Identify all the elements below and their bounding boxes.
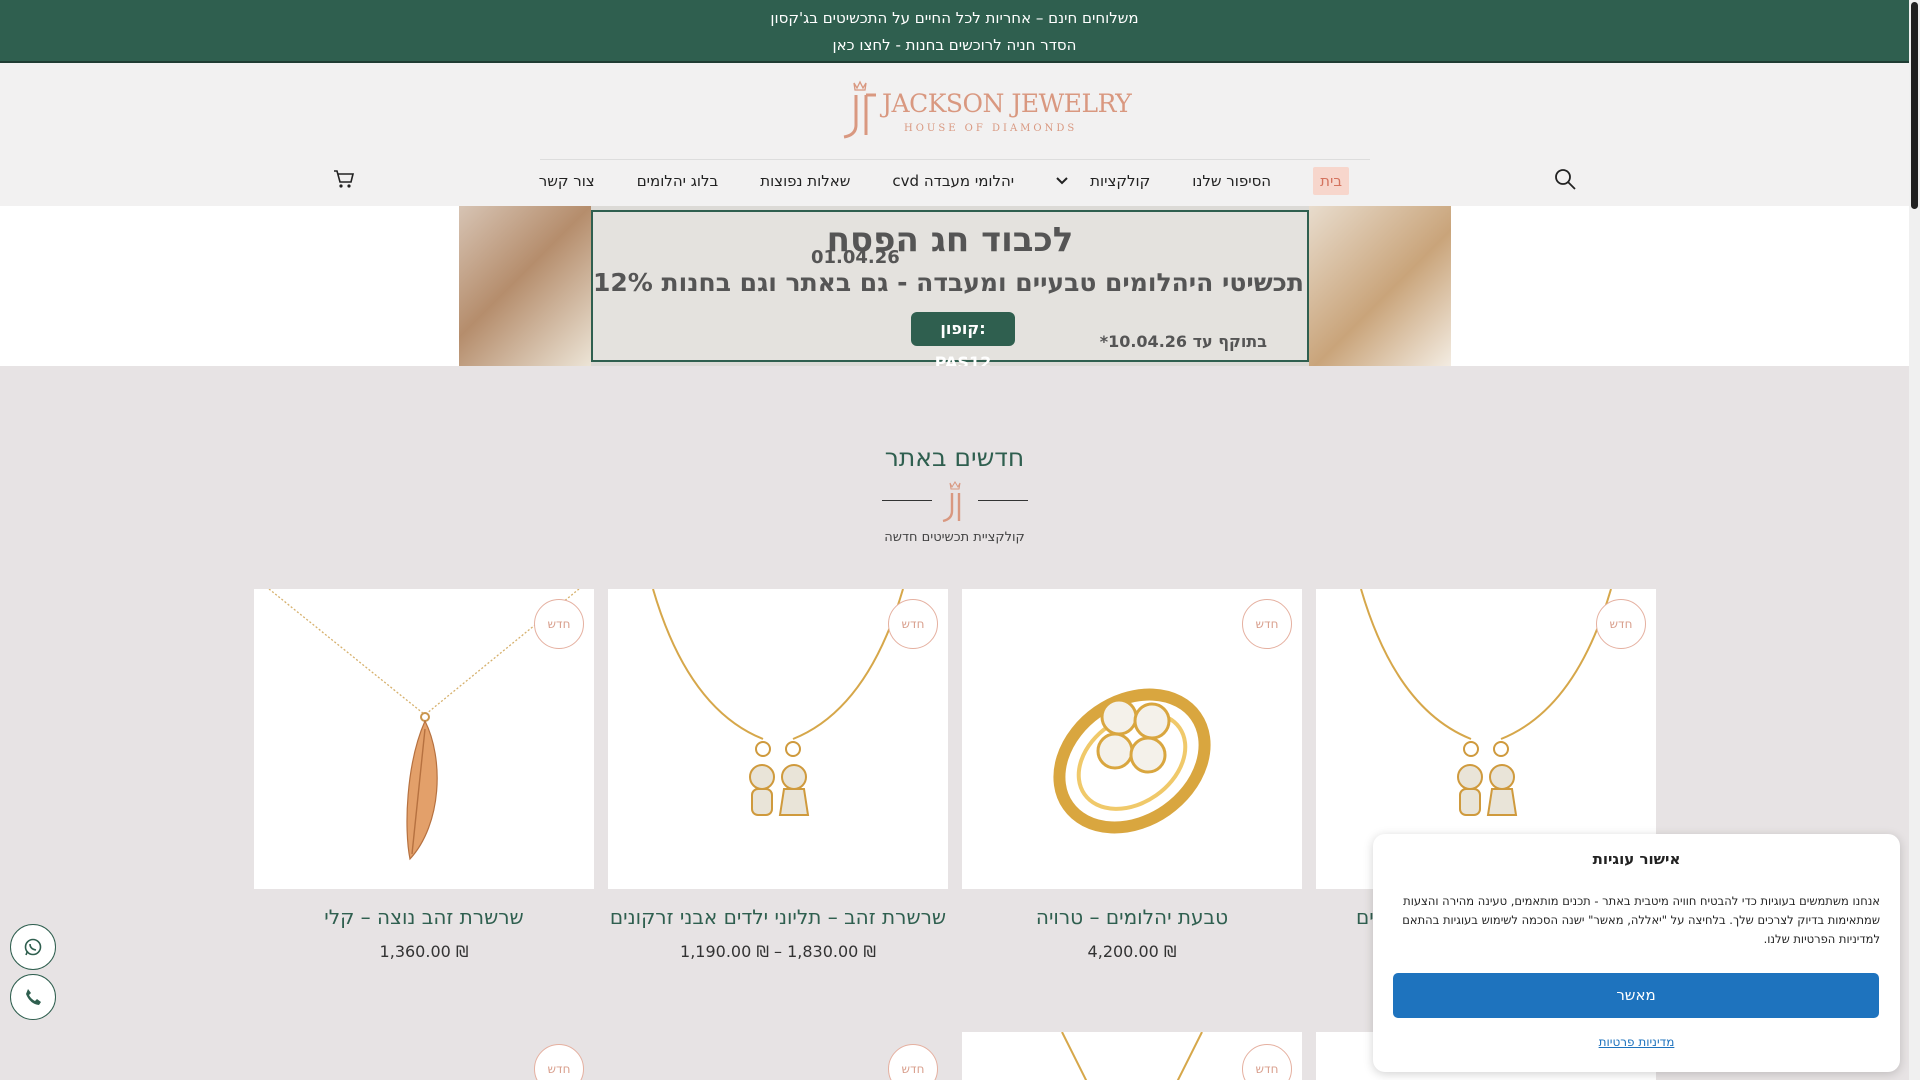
announcement-bar: משלוחים חינם – אחריות לכל החיים על התכשי…	[0, 0, 1909, 63]
banner-frame: לכבוד חג הפסח 01.04.26 12% הנחה על כל תכ…	[591, 210, 1451, 366]
search-icon[interactable]	[1553, 167, 1577, 191]
nav-item-lab-diamonds[interactable]: יהלומי מעבדה cvd	[871, 172, 1035, 190]
logo-monogram-icon	[843, 80, 876, 139]
product-card-partial[interactable]: חדש	[962, 1032, 1302, 1080]
new-badge: חדש	[888, 599, 938, 649]
nav-item-home[interactable]: בית	[1292, 166, 1370, 195]
product-name[interactable]: שרשרת זהב נוצה – קלי	[254, 903, 594, 932]
promo-banner[interactable]: לכבוד חג הפסח 01.04.26 12% הנחה על כל תכ…	[459, 206, 1451, 366]
announcement-parking-link[interactable]: הסדר חניה לרוכשים בחנות - לחצו כאן	[0, 32, 1909, 59]
cart-icon[interactable]	[332, 167, 356, 191]
site-logo[interactable]: JACKSON JEWELRY HOUSE OF DIAMONDS	[836, 77, 1132, 143]
phone-button[interactable]	[10, 974, 56, 1020]
product-name[interactable]: טבעת יהלומים – טרויה	[962, 903, 1302, 932]
product-card[interactable]: חדש שרשרת זהב נוצה – קלי 1,360.00 ₪	[254, 589, 594, 961]
divider-line	[882, 500, 932, 501]
whatsapp-icon	[24, 938, 42, 956]
banner-title: לכבוד חג הפסח	[826, 220, 1074, 260]
main-nav: בית הסיפור שלנו קולקציות יהלומי מעבדה cv…	[539, 159, 1370, 201]
site-header: JACKSON JEWELRY HOUSE OF DIAMONDS בית הס…	[0, 63, 1909, 206]
logo-monogram-icon	[942, 481, 961, 523]
banner-valid-note: *בתוקף עד 10.04.26	[1099, 332, 1267, 351]
section-title: חדשים באתר	[884, 443, 1025, 472]
nav-item-blog[interactable]: בלוג יהלומים	[616, 172, 740, 190]
announcement-shipping: משלוחים חינם – אחריות לכל החיים על התכשי…	[770, 9, 1139, 27]
page-scrollbar[interactable]	[1909, 0, 1920, 1080]
new-badge: חדש	[1596, 599, 1646, 649]
new-badge: חדש	[888, 1044, 938, 1080]
nav-item-label: קולקציות	[1090, 171, 1151, 190]
cookie-consent-dialog: אישור עוגיות אנחנו משתמשים בעוגיות כדי ל…	[1373, 834, 1900, 1072]
product-price: 1,360.00 ₪	[379, 942, 469, 961]
nav-item-our-story[interactable]: הסיפור שלנו	[1171, 172, 1292, 190]
product-card-partial[interactable]: חדש	[608, 1032, 948, 1080]
nav-item-label: בית	[1313, 166, 1349, 195]
divider-line	[978, 500, 1028, 501]
banner-coupon: קופון: PAS12	[911, 312, 1015, 366]
chevron-down-icon	[1056, 176, 1068, 184]
product-card[interactable]: חדש טבעת יהלומים – טרויה 4,200.00 ₪	[962, 589, 1302, 961]
section-subtitle: קולקציית תכשיטים חדשה	[884, 530, 1025, 545]
privacy-policy-link[interactable]: מדיניות פרטיות	[1373, 1035, 1900, 1049]
banner-model-photo-right	[1309, 206, 1451, 366]
logo-name: JACKSON JEWELRY	[882, 89, 1132, 118]
product-image[interactable]: חדש	[608, 589, 948, 889]
new-badge: חדש	[534, 599, 584, 649]
nav-item-faq[interactable]: שאלות נפוצות	[739, 172, 871, 190]
cookie-accept-button[interactable]: מאשר	[1393, 973, 1879, 1018]
whatsapp-button[interactable]	[10, 924, 56, 970]
banner-subtitle: 12% הנחה על כל תכשיטי היהלומים טבעיים ומ…	[593, 268, 1451, 297]
product-name[interactable]: שרשרת זהב – תליוני ילדים אבני זרקונים	[608, 903, 948, 932]
product-card-partial[interactable]: חדש	[254, 1032, 594, 1080]
new-badge: חדש	[1242, 599, 1292, 649]
phone-icon	[26, 989, 41, 1005]
nav-item-contact[interactable]: צור קשר	[518, 172, 616, 190]
promo-banner-area: לכבוד חג הפסח 01.04.26 12% הנחה על כל תכ…	[0, 206, 1909, 366]
logo-tagline: HOUSE OF DIAMONDS	[904, 123, 1078, 134]
new-badge: חדש	[534, 1044, 584, 1080]
scrollbar-thumb[interactable]	[1911, 2, 1918, 209]
product-image[interactable]: חדש	[962, 589, 1302, 889]
product-price: 1,190.00 ₪ – 1,830.00 ₪	[680, 942, 876, 961]
product-price: 4,200.00 ₪	[1087, 942, 1177, 961]
banner-model-photo-left	[459, 206, 591, 366]
product-image[interactable]: חדש	[254, 589, 594, 889]
nav-item-collections[interactable]: קולקציות	[1035, 172, 1171, 190]
cookie-title: אישור עוגיות	[1592, 850, 1681, 868]
banner-start-date: 01.04.26	[811, 247, 900, 268]
cookie-body: אנחנו משתמשים בעוגיות כדי להבטיח חוויה מ…	[1402, 894, 1880, 946]
section-divider	[882, 480, 1028, 524]
product-card[interactable]: חדש שרשרת זהב – תליוני ילדים אבני זרקוני…	[608, 589, 948, 961]
